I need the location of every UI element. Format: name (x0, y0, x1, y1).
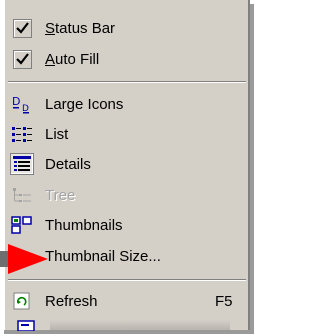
menu-item-thumbnails[interactable]: Thumbnails (10, 211, 245, 239)
menu-item-label: List (45, 125, 69, 143)
checkmark-icon (12, 49, 32, 69)
menu-item-refresh[interactable]: Refresh F5 (10, 287, 245, 315)
menu-item-auto-fill[interactable]: Auto Fill (10, 45, 245, 73)
partial-menu-item-icon (14, 318, 54, 332)
tree-icon (10, 184, 34, 206)
refresh-icon (10, 290, 34, 312)
menu-item-status-bar[interactable]: Status Bar (10, 14, 245, 42)
menu-item-label: Details (45, 155, 91, 173)
thumbnails-icon (10, 214, 34, 236)
arrow-pointer-icon (0, 244, 48, 274)
menu-item-large-icons[interactable]: D D Large Icons (10, 90, 245, 118)
menu-item-label: Status Bar (45, 19, 116, 37)
menu-item-label: Refresh (45, 292, 98, 310)
large-icons-icon: D D (10, 93, 34, 115)
shortcut-label: F5 (215, 292, 233, 310)
svg-text:D: D (12, 95, 20, 108)
menu-item-details[interactable]: Details (10, 150, 245, 178)
menu-item-label: Thumbnails (45, 216, 123, 234)
menu-item-label: Large Icons (45, 95, 124, 113)
checkbox-auto-fill[interactable] (10, 48, 34, 70)
checkmark-icon (12, 18, 32, 38)
menu-item-label: Thumbnail Size... (45, 247, 161, 265)
menu-separator (8, 81, 246, 83)
details-icon (10, 153, 34, 175)
menu-item-list[interactable]: List (10, 120, 245, 148)
menu-left-edge (0, 0, 5, 330)
checkbox-status-bar[interactable] (10, 17, 34, 39)
list-icon (10, 123, 34, 145)
menu-item-label: Tree (45, 186, 76, 204)
menu-item-tree: Tree (10, 181, 245, 209)
context-menu: Status Bar Auto Fill D D Large Icons Lis… (0, 0, 250, 332)
partial-menu-item (50, 320, 230, 330)
menu-item-label: Auto Fill (45, 50, 100, 68)
menu-separator (8, 279, 246, 281)
